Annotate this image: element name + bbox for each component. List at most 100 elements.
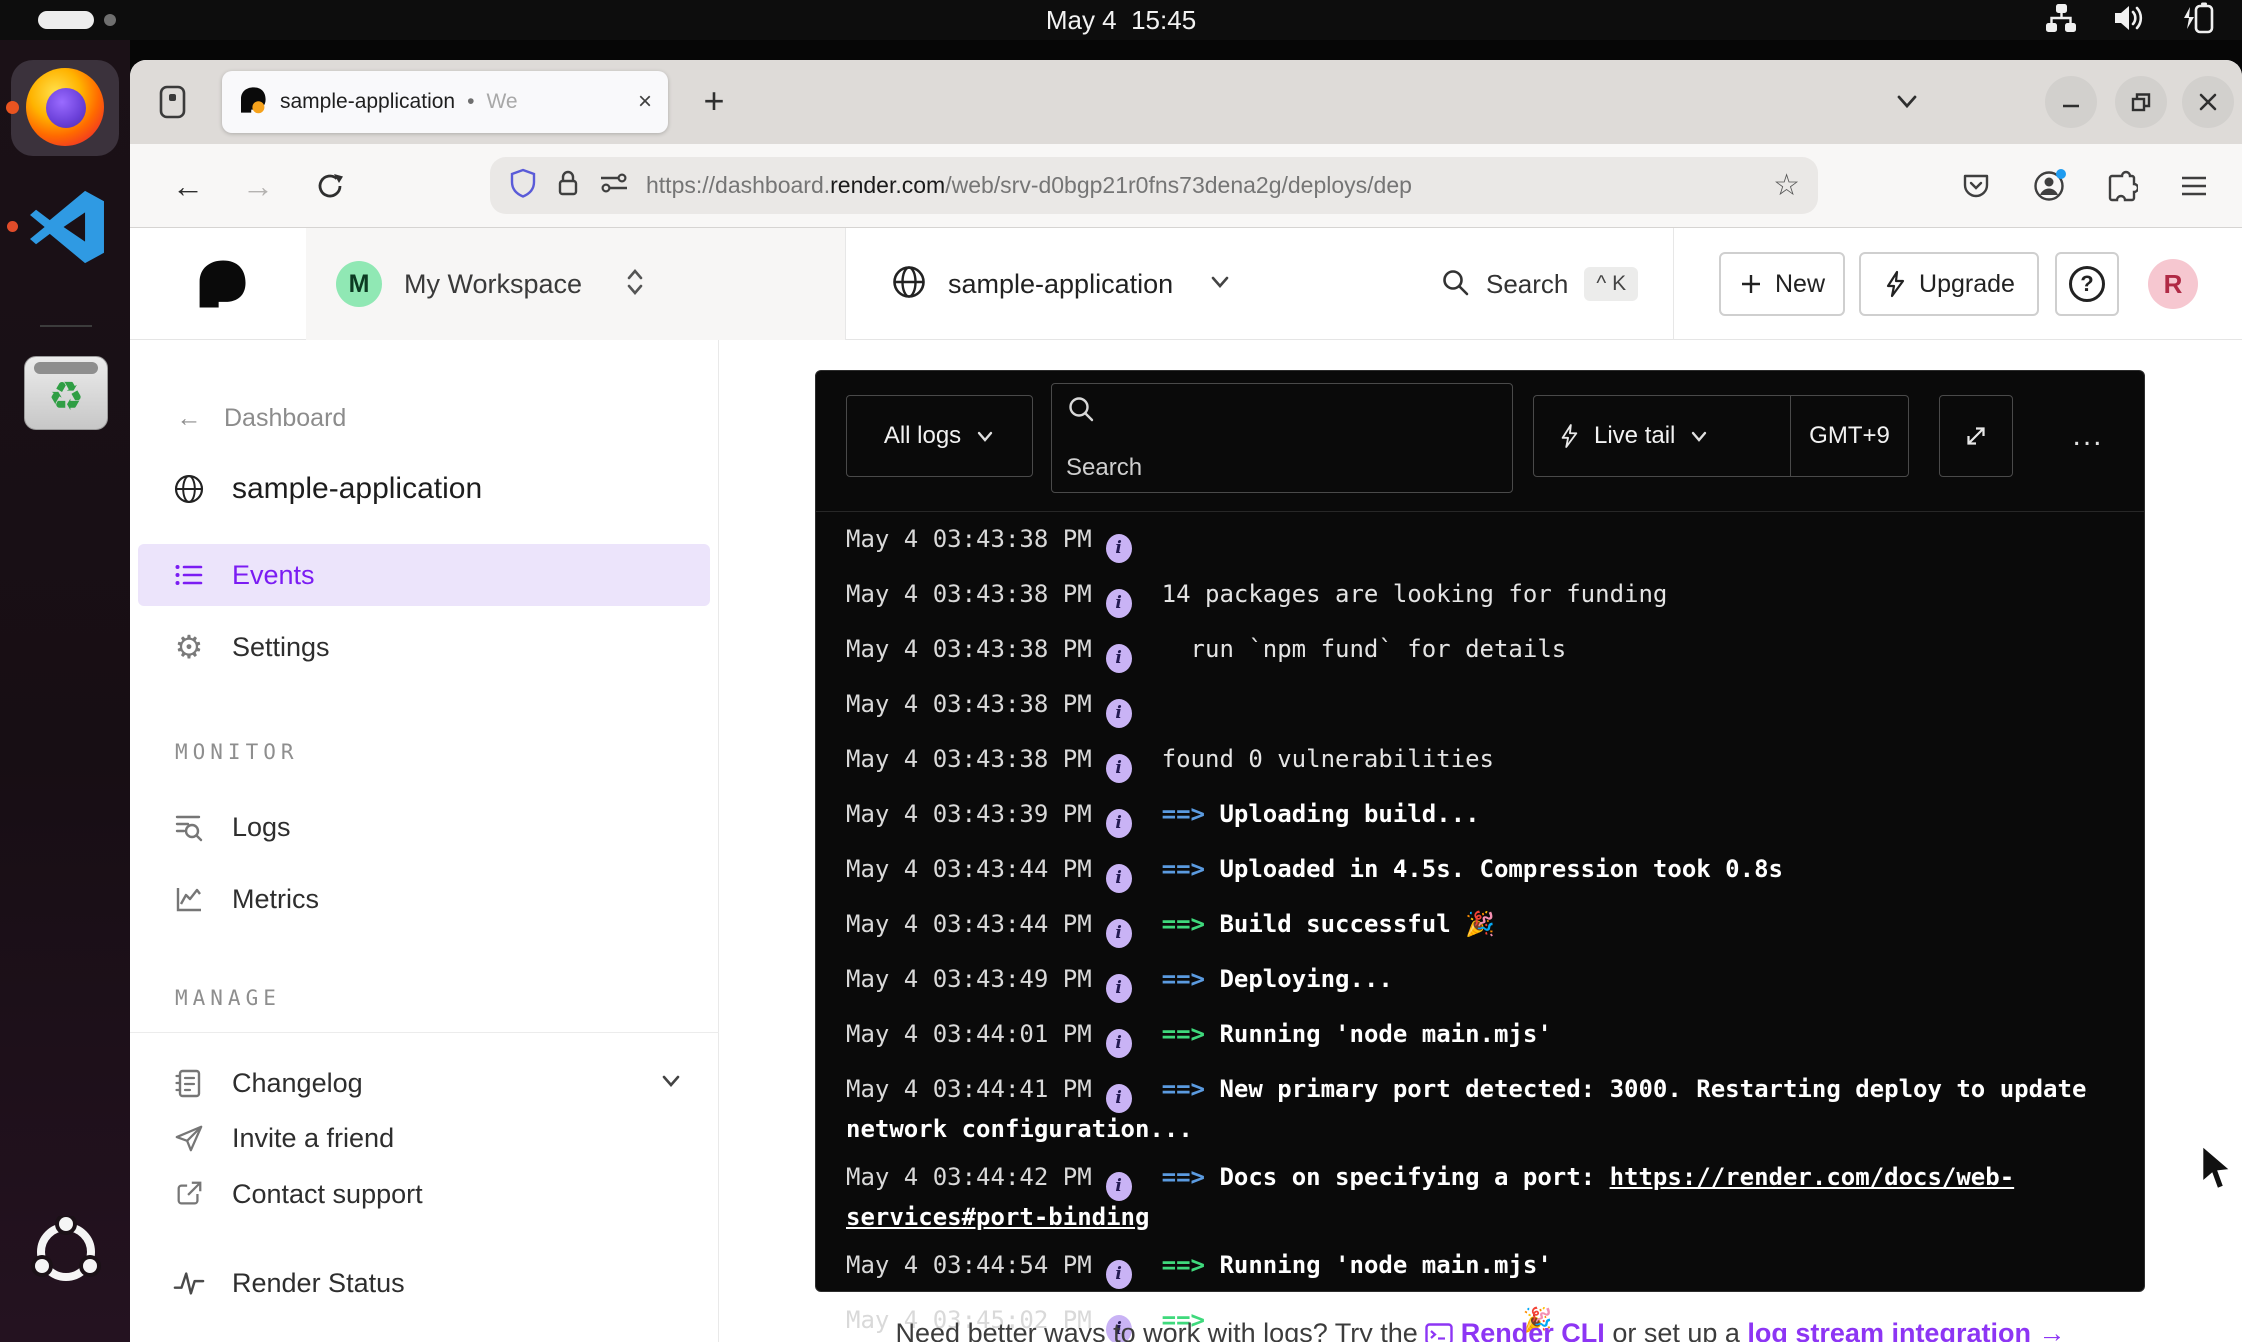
log-entry[interactable]: May 4 03:43:49 PMi==> Deploying... [846,963,2118,1003]
log-timestamp: May 4 03:43:38 PM [846,525,1092,553]
log-search-input[interactable]: Search [1051,383,1513,493]
upgrade-button[interactable]: Upgrade [1859,252,2039,316]
dock-item-ubuntu[interactable] [30,1216,102,1293]
log-more-menu[interactable]: ... [2058,395,2118,477]
extensions-icon[interactable] [2096,160,2148,212]
globe-icon [890,263,928,306]
log-entry[interactable]: May 4 03:43:38 PMi14 packages are lookin… [846,578,2118,618]
log-message: ==> Uploaded in 4.5s. Compression took 0… [1162,855,1783,883]
browser-tab[interactable]: sample-application • We × [222,71,668,133]
log-timestamp: May 4 03:44:54 PM [846,1251,1092,1279]
firefox-view-icon[interactable] [152,82,192,127]
tab-title: sample-application [280,90,455,114]
info-icon: i [1106,919,1132,948]
back-button[interactable]: ← [160,158,216,214]
sidebar-service-header[interactable]: sample-application [138,458,710,520]
cli-icon [1425,1318,1453,1342]
new-tab-button[interactable]: + [690,77,738,125]
list-tabs-chevron-icon[interactable] [1892,88,1922,119]
new-button[interactable]: New [1719,252,1845,316]
sidebar-item-metrics[interactable]: Metrics [138,868,710,930]
dock-item-firefox[interactable] [0,40,130,156]
sidebar-item-logs[interactable]: Logs [138,796,710,858]
sidebar-item-render-status[interactable]: Render Status [138,1252,710,1314]
expand-logs-button[interactable] [1939,395,2013,477]
battery-icon[interactable] [2180,1,2216,40]
render-cli-link[interactable]: Render CLI [1461,1318,1605,1342]
live-tail-dropdown[interactable]: Live tail [1558,422,1709,450]
log-entry[interactable]: May 4 03:44:54 PM i ==> Running 'node main… [846,1249,2118,1289]
timezone-button[interactable]: GMT+9 [1790,396,1908,476]
log-entry[interactable]: May 4 03:44:41 PMi==> New primary port d… [846,1073,2118,1146]
ubuntu-logo-icon [30,1216,102,1288]
changelog-chevron-down-icon[interactable] [658,1068,684,1099]
global-search[interactable]: Search ^ K [1440,228,1638,340]
bookmark-star-icon[interactable]: ☆ [1773,168,1800,203]
sidebar-item-changelog[interactable]: Changelog [138,1052,710,1114]
log-entry[interactable]: May 4 03:43:38 PMi [846,523,2118,563]
network-icon[interactable] [2044,2,2078,39]
log-entry[interactable]: May 4 03:44:42 PMi==> Docs on specifying… [846,1161,2118,1234]
log-entry[interactable]: May 4 03:43:44 PMi==> Build successful 🎉 [846,908,2118,948]
workspace-selector[interactable]: M My Workspace [306,228,845,340]
log-entry[interactable]: May 4 03:43:39 PMi==> Uploading build... [846,798,2118,838]
info-icon: i [1106,974,1132,1003]
info-icon: i [1106,1260,1132,1289]
user-avatar[interactable]: R [2148,259,2198,309]
url-text[interactable]: https://dashboard.render.com/web/srv-d0b… [646,172,1757,199]
log-message: ==> Running 'node main.mjs' [1162,1251,1552,1279]
close-window-button[interactable] [2182,76,2234,128]
maximize-button[interactable] [2115,76,2167,128]
tracking-shield-icon[interactable] [508,167,538,204]
reload-button[interactable] [302,158,358,214]
sidebar-item-settings[interactable]: ⚙ Settings [138,616,710,678]
live-tail-timezone-group: Live tail GMT+9 [1533,395,1909,477]
browser-window: sample-application • We × + ← → [130,60,2242,1342]
url-bar[interactable]: https://dashboard.render.com/web/srv-d0b… [490,157,1818,214]
service-chevron-down-icon [1207,271,1233,298]
log-timestamp: May 4 03:43:44 PM [846,910,1092,938]
service-selector[interactable]: sample-application [890,228,1233,340]
url-domain: render.com [830,172,945,198]
account-icon[interactable] [2023,160,2075,212]
dock-item-vscode[interactable] [0,180,130,280]
log-stream-integration-link[interactable]: log stream integration → [1747,1318,2065,1342]
globe-icon [172,469,206,509]
log-entry[interactable]: May 4 03:43:38 PMifound 0 vulnerabilitie… [846,743,2118,783]
log-message: ==> Running 'node main.mjs' [1162,1020,1552,1048]
workspace-name: My Workspace [404,269,582,300]
system-tray[interactable] [2044,0,2216,40]
sidebar-item-support[interactable]: Contact support [138,1166,710,1222]
log-filter-dropdown[interactable]: All logs [846,395,1033,477]
header-divider-3 [1673,228,1674,340]
minimize-button[interactable] [2045,76,2097,128]
sidebar: ← Dashboard sample-application Events ⚙ … [130,340,719,1342]
help-button[interactable]: ? [2055,252,2119,316]
permissions-icon[interactable] [598,167,630,204]
menu-hamburger-icon[interactable] [2168,160,2220,212]
sidebar-item-events[interactable]: Events [138,544,710,606]
log-entry[interactable]: May 4 03:43:44 PMi==> Uploaded in 4.5s. … [846,853,2118,893]
tab-close-icon[interactable]: × [638,90,652,114]
log-entry[interactable]: May 4 03:44:01 PMi==> Running 'node main… [846,1018,2118,1058]
system-clock[interactable]: May 4 15:45 [0,0,2242,40]
volume-icon[interactable] [2112,2,2146,39]
forward-button[interactable]: → [230,158,286,214]
log-message: run `npm fund` for details [1162,635,1567,663]
log-entry[interactable]: May 4 03:43:38 PMi run `npm fund` for de… [846,633,2118,673]
log-timestamp: May 4 03:43:49 PM [846,965,1092,993]
sidebar-item-invite[interactable]: Invite a friend [138,1110,710,1166]
pocket-icon[interactable] [1950,160,2002,212]
lock-icon[interactable] [554,167,582,204]
sidebar-section-manage: MANAGE [175,986,281,1010]
info-icon: i [1106,1172,1132,1201]
sidebar-back-dashboard[interactable]: ← Dashboard [138,396,710,440]
log-search-placeholder: Search [1066,454,1498,482]
log-timestamp: May 4 03:43:38 PM [846,580,1092,608]
log-panel: All logs Search Live tail GMT+9 ... May [815,370,2145,1292]
dock-item-trash[interactable]: ♻ [0,350,130,445]
log-entry[interactable]: May 4 03:43:38 PMi [846,688,2118,728]
log-timestamp: May 4 03:43:38 PM [846,635,1092,663]
render-logo[interactable] [194,256,250,317]
logs-icon [172,812,206,842]
